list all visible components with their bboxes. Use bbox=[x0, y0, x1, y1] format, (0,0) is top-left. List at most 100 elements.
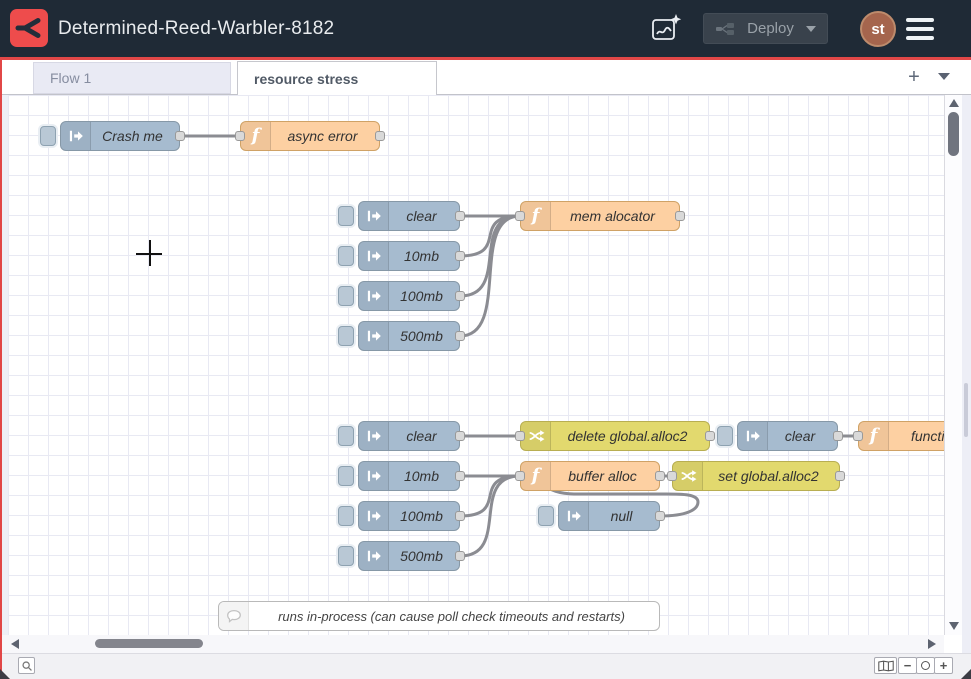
node-function-buffer-alloc[interactable]: fbuffer alloc bbox=[520, 461, 660, 491]
node-change-set-global-alloc2[interactable]: set global.alloc2 bbox=[672, 461, 840, 491]
node-port-output[interactable] bbox=[455, 331, 465, 341]
node-label: 10mb bbox=[390, 242, 453, 270]
inject-trigger-button[interactable] bbox=[717, 426, 733, 446]
node-port-output[interactable] bbox=[375, 131, 385, 141]
node-port-output[interactable] bbox=[675, 211, 685, 221]
node-label: delete global.alloc2 bbox=[552, 422, 703, 450]
flowfuse-logo[interactable] bbox=[10, 9, 48, 47]
node-port-input[interactable] bbox=[235, 131, 245, 141]
image-sparkle-icon[interactable] bbox=[648, 11, 684, 47]
node-inject-crash-me[interactable]: Crash me bbox=[60, 121, 180, 151]
node-port-output[interactable] bbox=[455, 211, 465, 221]
function-f-icon: f bbox=[859, 422, 889, 450]
scroll-down-arrow[interactable] bbox=[949, 622, 959, 630]
node-port-output[interactable] bbox=[455, 431, 465, 441]
node-port-input[interactable] bbox=[667, 471, 677, 481]
node-port-output[interactable] bbox=[455, 511, 465, 521]
node-port-output[interactable] bbox=[455, 551, 465, 561]
inject-trigger-button[interactable] bbox=[338, 206, 354, 226]
user-avatar[interactable]: st bbox=[860, 11, 896, 47]
vertical-scrollbar bbox=[944, 95, 962, 635]
inject-arrow-icon bbox=[359, 242, 389, 270]
node-port-output[interactable] bbox=[455, 291, 465, 301]
node-function-function[interactable]: ffunction bbox=[858, 421, 944, 451]
inject-trigger-button[interactable] bbox=[338, 286, 354, 306]
inject-trigger-button[interactable] bbox=[338, 246, 354, 266]
zoom-out-button[interactable]: − bbox=[898, 657, 917, 674]
navigator-button[interactable] bbox=[874, 657, 897, 674]
node-label: 10mb bbox=[390, 462, 453, 490]
node-inject-10mb[interactable]: 10mb bbox=[358, 241, 460, 271]
inject-trigger-button[interactable] bbox=[338, 426, 354, 446]
inject-trigger-button[interactable] bbox=[338, 326, 354, 346]
node-port-input[interactable] bbox=[853, 431, 863, 441]
node-label: 100mb bbox=[390, 502, 453, 530]
horizontal-scroll-thumb[interactable] bbox=[95, 639, 203, 648]
scroll-right-arrow[interactable] bbox=[928, 639, 936, 649]
node-label: clear bbox=[390, 422, 453, 450]
node-comment-runs-in-process-can-cause-poll-check-timeouts-and-restarts[interactable]: runs in-process (can cause poll check ti… bbox=[218, 601, 660, 631]
inject-trigger-button[interactable] bbox=[338, 506, 354, 526]
resize-grip-bottom-left[interactable] bbox=[0, 669, 10, 679]
node-label: clear bbox=[390, 202, 453, 230]
node-inject-10mb[interactable]: 10mb bbox=[358, 461, 460, 491]
node-port-output[interactable] bbox=[455, 471, 465, 481]
node-port-input[interactable] bbox=[515, 471, 525, 481]
inject-arrow-icon bbox=[359, 542, 389, 570]
hamburger-menu-icon[interactable] bbox=[906, 18, 934, 40]
node-port-output[interactable] bbox=[655, 471, 665, 481]
node-function-async-error[interactable]: fasync error bbox=[240, 121, 380, 151]
tab-resource-stress[interactable]: resource stress bbox=[237, 61, 437, 95]
flow-tab-bar: Flow 1 resource stress + bbox=[2, 60, 971, 95]
node-port-output[interactable] bbox=[705, 431, 715, 441]
inject-trigger-button[interactable] bbox=[338, 546, 354, 566]
node-inject-500mb[interactable]: 500mb bbox=[358, 321, 460, 351]
node-inject-null[interactable]: null bbox=[558, 501, 660, 531]
node-inject-500mb[interactable]: 500mb bbox=[358, 541, 460, 571]
vertical-scroll-thumb[interactable] bbox=[948, 112, 959, 156]
resize-grip-bottom-right[interactable] bbox=[961, 669, 971, 679]
sidebar-splitter-handle[interactable] bbox=[964, 383, 968, 437]
function-f-icon: f bbox=[521, 462, 551, 490]
flowfuse-logo-glyph bbox=[14, 13, 44, 43]
zoom-reset-button[interactable] bbox=[916, 657, 935, 674]
add-flow-button[interactable]: + bbox=[901, 63, 927, 91]
scroll-up-arrow[interactable] bbox=[949, 99, 959, 107]
function-f-icon: f bbox=[521, 202, 551, 230]
node-inject-clear[interactable]: clear bbox=[737, 421, 838, 451]
inject-arrow-icon bbox=[559, 502, 589, 530]
node-inject-100mb[interactable]: 100mb bbox=[358, 281, 460, 311]
inject-trigger-button[interactable] bbox=[338, 466, 354, 486]
node-inject-clear[interactable]: clear bbox=[358, 421, 460, 451]
node-port-output[interactable] bbox=[833, 431, 843, 441]
speech-bubble-icon bbox=[219, 602, 249, 630]
node-inject-100mb[interactable]: 100mb bbox=[358, 501, 460, 531]
node-port-input[interactable] bbox=[515, 431, 525, 441]
node-change-delete-global-alloc2[interactable]: delete global.alloc2 bbox=[520, 421, 710, 451]
tab-flow-1[interactable]: Flow 1 bbox=[33, 62, 231, 94]
node-port-output[interactable] bbox=[455, 251, 465, 261]
inject-trigger-button[interactable] bbox=[538, 506, 554, 526]
node-port-output[interactable] bbox=[175, 131, 185, 141]
search-button[interactable] bbox=[18, 657, 35, 674]
deploy-options-caret[interactable] bbox=[806, 26, 816, 32]
node-function-mem-alocator[interactable]: fmem alocator bbox=[520, 201, 680, 231]
node-inject-clear[interactable]: clear bbox=[358, 201, 460, 231]
inject-arrow-icon bbox=[359, 202, 389, 230]
node-port-output[interactable] bbox=[655, 511, 665, 521]
node-label: set global.alloc2 bbox=[704, 462, 833, 490]
node-port-output[interactable] bbox=[835, 471, 845, 481]
deploy-nodes-icon bbox=[715, 22, 735, 36]
inject-arrow-icon bbox=[61, 122, 91, 150]
node-port-input[interactable] bbox=[515, 211, 525, 221]
tab-label: Flow 1 bbox=[50, 70, 91, 86]
deploy-button[interactable]: Deploy bbox=[703, 13, 828, 44]
scroll-left-arrow[interactable] bbox=[11, 639, 19, 649]
flow-list-caret[interactable] bbox=[938, 73, 950, 80]
instance-title: Determined-Reed-Warbler-8182 bbox=[58, 0, 334, 57]
flow-canvas[interactable]: Crash me fasync error clear 10mb 100mb 500mb f… bbox=[8, 95, 944, 635]
inject-arrow-icon bbox=[359, 462, 389, 490]
node-label: clear bbox=[769, 422, 831, 450]
zoom-in-button[interactable]: + bbox=[934, 657, 953, 674]
inject-trigger-button[interactable] bbox=[40, 126, 56, 146]
